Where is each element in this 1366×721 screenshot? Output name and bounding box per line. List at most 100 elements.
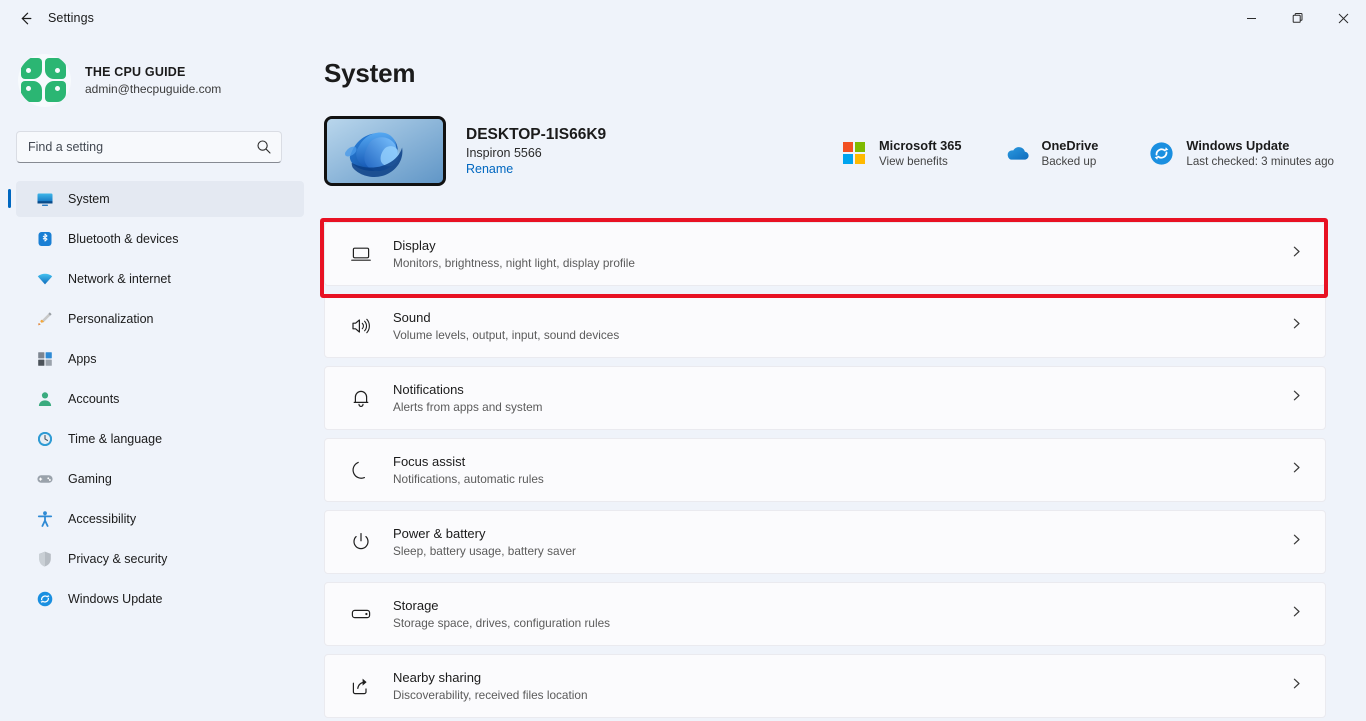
sidebar-item-time-language[interactable]: Time & language — [16, 421, 304, 457]
row-text: Sound Volume levels, output, input, soun… — [393, 310, 619, 342]
search-container — [16, 131, 282, 163]
sidebar-item-system[interactable]: System — [8, 181, 304, 217]
service-onedrive[interactable]: OneDrive Backed up — [994, 132, 1109, 174]
sidebar-item-label: Bluetooth & devices — [68, 232, 179, 246]
power-icon — [349, 530, 373, 554]
display-monitor-icon — [349, 242, 373, 266]
rename-link[interactable]: Rename — [466, 162, 513, 176]
window-controls — [1228, 0, 1366, 36]
device-name: DESKTOP-1IS66K9 — [466, 126, 607, 143]
row-title: Focus assist — [393, 454, 466, 469]
service-title: Windows Update — [1186, 138, 1290, 153]
titlebar: Settings — [0, 0, 1366, 36]
row-title: Nearby sharing — [393, 670, 482, 685]
service-microsoft-365[interactable]: Microsoft 365 View benefits — [831, 132, 972, 174]
window-title: Settings — [48, 11, 94, 25]
back-button[interactable] — [8, 4, 42, 32]
maximize-button[interactable] — [1274, 0, 1320, 36]
settings-row-nearby-sharing[interactable]: Nearby sharing Discoverability, received… — [324, 654, 1326, 718]
chevron-right-icon — [1290, 533, 1303, 551]
sidebar-item-label: Time & language — [68, 432, 163, 446]
clover-leaf-bottom-left — [21, 81, 42, 102]
update-sync-icon — [36, 590, 54, 608]
bluetooth-icon — [36, 230, 54, 248]
row-text: Focus assist Notifications, automatic ru… — [393, 454, 544, 486]
sidebar-item-windows-update[interactable]: Windows Update — [16, 581, 304, 617]
service-subtitle: Backed up — [1041, 155, 1097, 168]
row-text: Storage Storage space, drives, configura… — [393, 598, 610, 630]
chevron-right-icon — [1290, 677, 1303, 695]
sidebar-item-accessibility[interactable]: Accessibility — [16, 501, 304, 537]
search-input[interactable] — [16, 131, 282, 163]
accessibility-person-icon — [36, 510, 54, 528]
settings-rows: Display Monitors, brightness, night ligh… — [324, 222, 1326, 721]
row-text: Notifications Alerts from apps and syste… — [393, 382, 542, 414]
sidebar-item-label: Privacy & security — [68, 552, 168, 566]
sidebar-item-label: Personalization — [68, 312, 154, 326]
chevron-right-icon — [1290, 605, 1303, 623]
sidebar-item-label: Accessibility — [68, 512, 137, 526]
row-subtitle: Monitors, brightness, night light, displ… — [393, 256, 635, 270]
row-title: Display — [393, 238, 436, 253]
sidebar-item-personalization[interactable]: Personalization — [16, 301, 304, 337]
sidebar-item-apps[interactable]: Apps — [16, 341, 304, 377]
service-text: Windows Update Last checked: 3 minutes a… — [1186, 138, 1334, 168]
monitor-icon — [36, 190, 54, 208]
service-subtitle: View benefits — [879, 155, 948, 168]
device-model: Inspiron 5566 — [466, 146, 542, 160]
bell-icon — [349, 386, 373, 410]
bloom-graphic — [327, 119, 443, 183]
wifi-icon — [36, 270, 54, 288]
row-subtitle: Notifications, automatic rules — [393, 472, 544, 486]
main-content: System DESKTOP-1IS66K9 Inspiron 5566 Ren… — [320, 36, 1366, 721]
gamepad-icon — [36, 470, 54, 488]
service-windows-update[interactable]: Windows Update Last checked: 3 minutes a… — [1138, 132, 1344, 174]
minimize-button[interactable] — [1228, 0, 1274, 36]
moon-icon — [349, 458, 373, 482]
sidebar-item-gaming[interactable]: Gaming — [16, 461, 304, 497]
row-text: Display Monitors, brightness, night ligh… — [393, 238, 635, 270]
sidebar-item-network-internet[interactable]: Network & internet — [16, 261, 304, 297]
close-button[interactable] — [1320, 0, 1366, 36]
settings-row-storage[interactable]: Storage Storage space, drives, configura… — [324, 582, 1326, 646]
settings-row-display[interactable]: Display Monitors, brightness, night ligh… — [324, 222, 1326, 286]
settings-row-notifications[interactable]: Notifications Alerts from apps and syste… — [324, 366, 1326, 430]
microsoft-logo-icon — [841, 140, 867, 166]
clover-leaf-top-right — [45, 58, 66, 79]
apps-grid-icon — [36, 350, 54, 368]
service-text: OneDrive Backed up — [1042, 138, 1099, 168]
sidebar: THE CPU GUIDE admin@thecpuguide.com Find… — [0, 36, 320, 721]
sidebar-nav: System Bluetooth & devices Network & int… — [0, 181, 320, 617]
sidebar-item-accounts[interactable]: Accounts — [16, 381, 304, 417]
row-title: Storage — [393, 598, 439, 613]
account-block[interactable]: THE CPU GUIDE admin@thecpuguide.com — [18, 54, 320, 107]
row-subtitle: Alerts from apps and system — [393, 400, 543, 414]
sidebar-item-label: Network & internet — [68, 272, 171, 286]
sidebar-item-label: Gaming — [68, 472, 112, 486]
sidebar-item-privacy-security[interactable]: Privacy & security — [16, 541, 304, 577]
sidebar-item-label: System — [68, 192, 110, 206]
settings-row-sound[interactable]: Sound Volume levels, output, input, soun… — [324, 294, 1326, 358]
update-sync-icon — [1148, 140, 1174, 166]
chevron-right-icon — [1290, 461, 1303, 479]
account-text: THE CPU GUIDE admin@thecpuguide.com — [85, 65, 221, 96]
row-text: Power & battery Sleep, battery usage, ba… — [393, 526, 576, 558]
shield-icon — [36, 550, 54, 568]
settings-window: Settings THE CPU GUIDE admin@thecpuguide… — [0, 0, 1366, 721]
row-title: Notifications — [393, 382, 464, 397]
row-subtitle: Sleep, battery usage, battery saver — [393, 544, 576, 558]
device-info: DESKTOP-1IS66K9 Inspiron 5566 Rename — [466, 126, 606, 176]
windows-bloom-wallpaper — [324, 116, 446, 186]
row-subtitle: Discoverability, received files location — [393, 688, 588, 702]
row-title: Sound — [393, 310, 431, 325]
service-title: OneDrive — [1041, 138, 1099, 153]
settings-row-power-battery[interactable]: Power & battery Sleep, battery usage, ba… — [324, 510, 1326, 574]
chevron-right-icon — [1290, 245, 1303, 263]
settings-row-focus-assist[interactable]: Focus assist Notifications, automatic ru… — [324, 438, 1326, 502]
sidebar-item-bluetooth-devices[interactable]: Bluetooth & devices — [16, 221, 304, 257]
paintbrush-icon — [36, 310, 54, 328]
service-title: Microsoft 365 — [879, 138, 962, 153]
services-strip: Microsoft 365 View benefits OneDrive Bac… — [831, 132, 1344, 174]
clock-globe-icon — [36, 430, 54, 448]
maximize-icon — [1292, 12, 1302, 23]
